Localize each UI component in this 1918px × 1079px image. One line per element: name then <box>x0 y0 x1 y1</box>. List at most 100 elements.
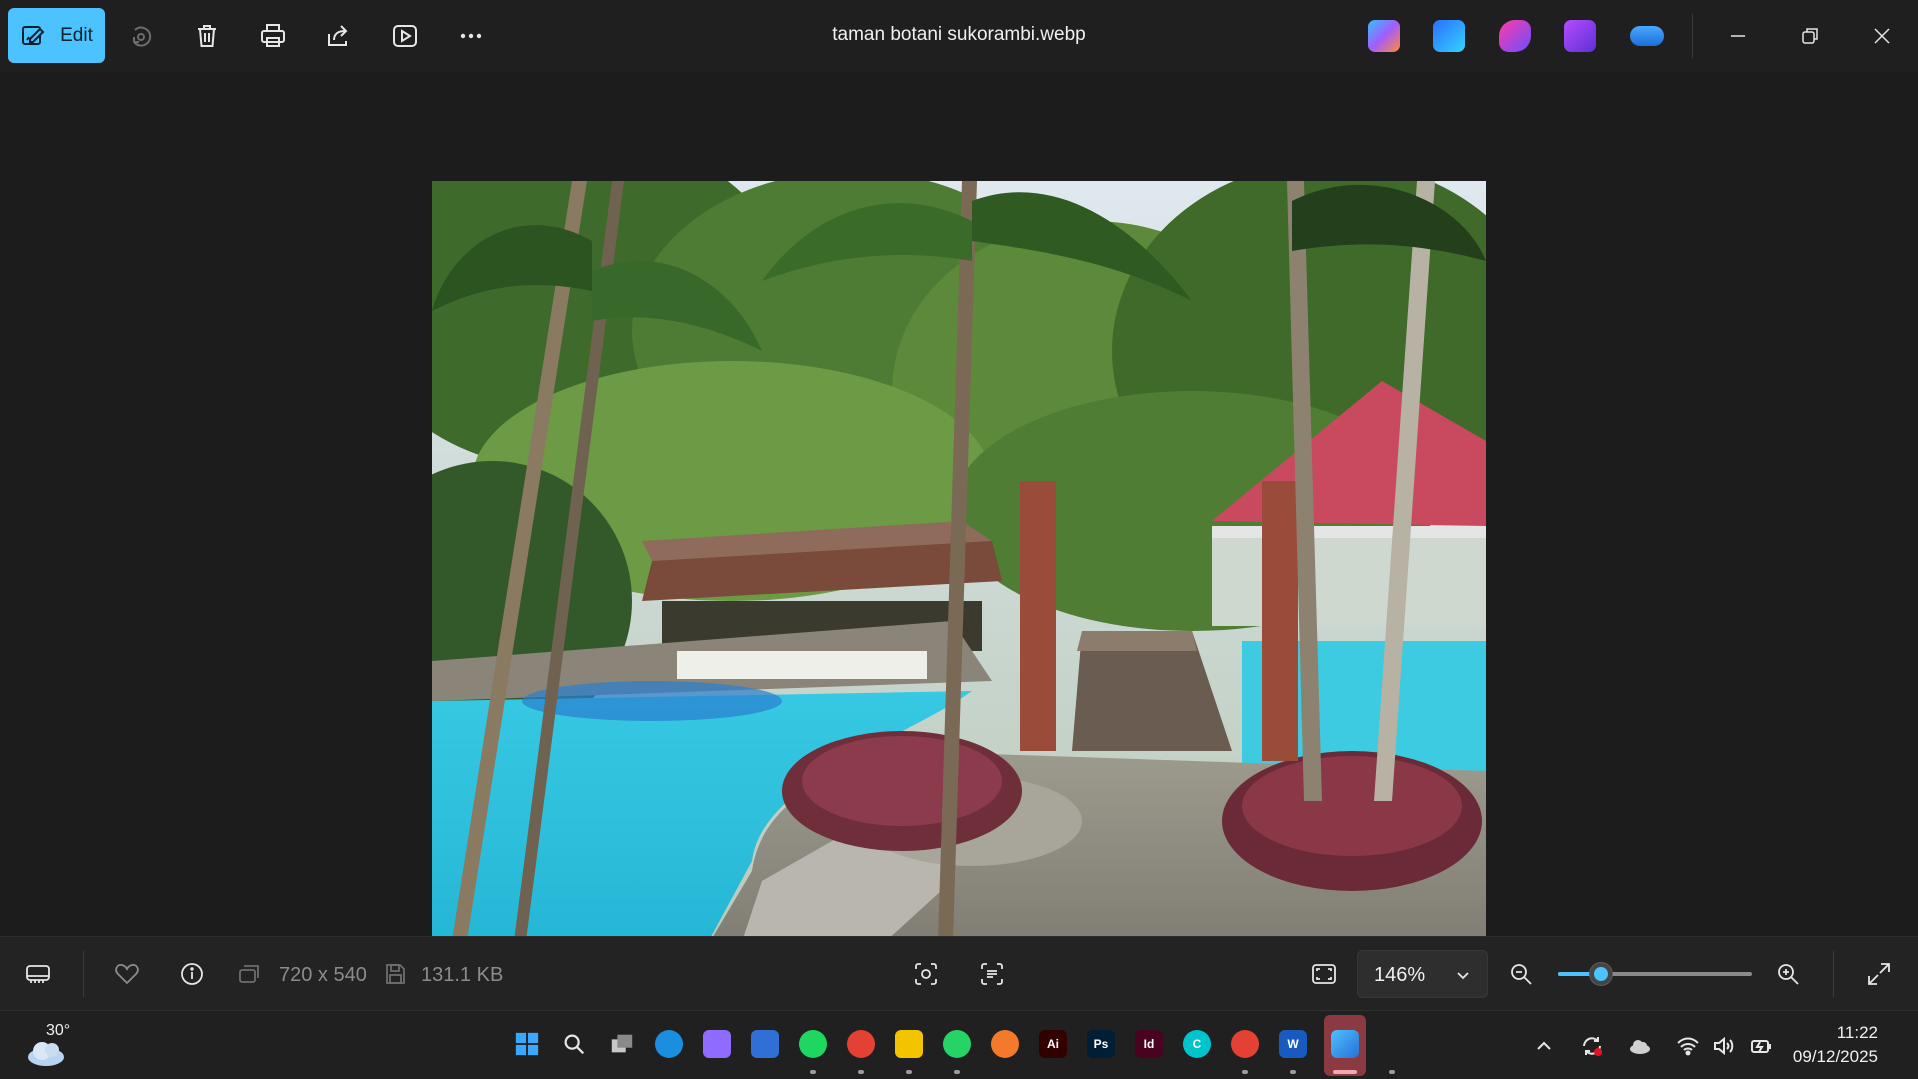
taskbar-copilot-button[interactable] <box>700 1027 734 1061</box>
minimize-button[interactable] <box>1708 8 1768 64</box>
fit-window-icon <box>1312 964 1336 984</box>
app-running-dot <box>1242 1070 1248 1074</box>
onedrive-tray-button[interactable] <box>1627 1033 1653 1059</box>
file-info-button[interactable] <box>173 955 211 993</box>
spotify-icon <box>799 1030 827 1058</box>
blender-icon <box>991 1030 1019 1058</box>
clipchamp-icon[interactable] <box>1499 20 1531 52</box>
filmstrip-button[interactable] <box>19 955 57 993</box>
cloud-icon <box>1630 1040 1650 1054</box>
toolbar-divider <box>1692 14 1693 58</box>
text-scan-icon <box>981 963 1003 985</box>
battery-charging-icon <box>1751 1040 1771 1053</box>
chevron-up-icon <box>1537 1041 1551 1050</box>
edge-icon <box>655 1030 683 1058</box>
taskbar-spotify-button[interactable] <box>796 1027 830 1061</box>
volume-tray-button[interactable] <box>1711 1033 1737 1059</box>
illustrator-icon: Ai <box>1039 1030 1067 1058</box>
taskbar-chrome-button[interactable] <box>844 1027 878 1061</box>
zoom-value: 146% <box>1374 964 1426 986</box>
copilot-icon[interactable] <box>1368 20 1400 52</box>
taskbar-blender-button[interactable] <box>988 1027 1022 1061</box>
title-bar: Edit taman botani sukorambi.webp <box>0 0 1918 72</box>
filmstrip-icon <box>26 965 50 983</box>
indesign-icon: Id <box>1135 1030 1163 1058</box>
copilot-icon <box>703 1030 731 1058</box>
sync-tray-button[interactable] <box>1579 1033 1605 1059</box>
clock-date: 09/12/2025 <box>1792 1047 1878 1066</box>
favorite-button[interactable] <box>108 955 146 993</box>
taskbar-whatsapp-button[interactable] <box>940 1027 974 1061</box>
taskbar-start-button[interactable] <box>510 1027 544 1061</box>
fit-to-window-button[interactable] <box>1305 955 1343 993</box>
infobar-divider <box>83 951 84 997</box>
app-running-dot <box>1290 1070 1296 1074</box>
start-icon <box>513 1030 541 1058</box>
zoom-slider[interactable] <box>1558 962 1752 986</box>
taskbar-file-explorer-button[interactable] <box>892 1027 926 1061</box>
zoom-out-button[interactable] <box>1502 955 1540 993</box>
image-canvas[interactable] <box>0 72 1918 972</box>
app-running-dot <box>906 1070 912 1074</box>
zoom-out-icon <box>1511 964 1532 985</box>
save-icon <box>380 955 410 993</box>
store-icon <box>751 1030 779 1058</box>
taskbar-illustrator-button[interactable]: Ai <box>1036 1027 1070 1061</box>
visual-search-icon <box>915 963 937 985</box>
taskbar-chrome-2-button[interactable] <box>1228 1027 1262 1061</box>
designer-icon[interactable] <box>1433 20 1465 52</box>
photo[interactable] <box>432 181 1486 972</box>
clock-time: 11:22 <box>1836 1023 1878 1042</box>
word-icon: W <box>1279 1030 1307 1058</box>
taskbar-photoshop-button[interactable]: Ps <box>1084 1027 1118 1061</box>
minimize-icon <box>1731 35 1745 37</box>
chrome-icon <box>847 1030 875 1058</box>
close-icon <box>1874 28 1890 44</box>
task-view-icon <box>608 1030 636 1058</box>
info-icon <box>181 963 203 985</box>
active-app-indicator <box>1333 1070 1357 1074</box>
image-dimensions: 720 x 540 <box>279 964 367 986</box>
sync-icon <box>1583 1037 1602 1056</box>
app-running-dot <box>810 1070 816 1074</box>
weather-temperature: 30° <box>46 1022 71 1039</box>
show-hidden-icons-button[interactable] <box>1531 1033 1557 1059</box>
canva-icon: C <box>1183 1030 1211 1058</box>
close-button[interactable] <box>1852 8 1912 64</box>
wifi-tray-button[interactable] <box>1675 1033 1701 1059</box>
taskbar-word-button[interactable]: W <box>1276 1027 1310 1061</box>
photos-app-button[interactable] <box>1328 1027 1362 1061</box>
zoom-dropdown[interactable]: 146% <box>1357 950 1488 998</box>
taskbar-indesign-button[interactable]: Id <box>1132 1027 1166 1061</box>
app-running-dot <box>954 1070 960 1074</box>
video-editor-icon[interactable] <box>1564 20 1596 52</box>
wifi-icon <box>1677 1037 1699 1056</box>
taskbar-edge-button[interactable] <box>652 1027 686 1061</box>
heart-icon <box>115 964 139 985</box>
speaker-icon <box>1714 1036 1734 1056</box>
app-running-dot <box>858 1070 864 1074</box>
taskbar: 30° Ai Ps Id C W 11:22 09/12/2025 <box>0 1010 1918 1079</box>
onedrive-icon[interactable] <box>1630 26 1664 46</box>
file-explorer-icon <box>895 1030 923 1058</box>
clock[interactable]: 11:22 09/12/2025 <box>1793 1021 1878 1069</box>
resolution-icon <box>234 955 264 993</box>
app-running-dot <box>1389 1070 1395 1074</box>
file-size: 131.1 KB <box>421 964 504 986</box>
info-bar: 720 x 540 131.1 KB 146% <box>0 936 1918 1010</box>
taskbar-store-button[interactable] <box>748 1027 782 1061</box>
fullscreen-button[interactable] <box>1860 955 1898 993</box>
taskbar-search-button[interactable] <box>557 1027 591 1061</box>
battery-tray-button[interactable] <box>1748 1033 1774 1059</box>
zoom-in-button[interactable] <box>1769 955 1807 993</box>
restore-button[interactable] <box>1780 8 1840 64</box>
taskbar-canva-button[interactable]: C <box>1180 1027 1214 1061</box>
photoshop-icon: Ps <box>1087 1030 1115 1058</box>
chrome-2-icon <box>1231 1030 1259 1058</box>
zoom-slider-thumb[interactable] <box>1588 962 1613 986</box>
whatsapp-icon <box>943 1030 971 1058</box>
taskbar-task-view-button[interactable] <box>605 1027 639 1061</box>
zoom-in-icon <box>1778 964 1799 985</box>
visual-search-button[interactable] <box>907 955 945 993</box>
text-recognition-button[interactable] <box>973 955 1011 993</box>
